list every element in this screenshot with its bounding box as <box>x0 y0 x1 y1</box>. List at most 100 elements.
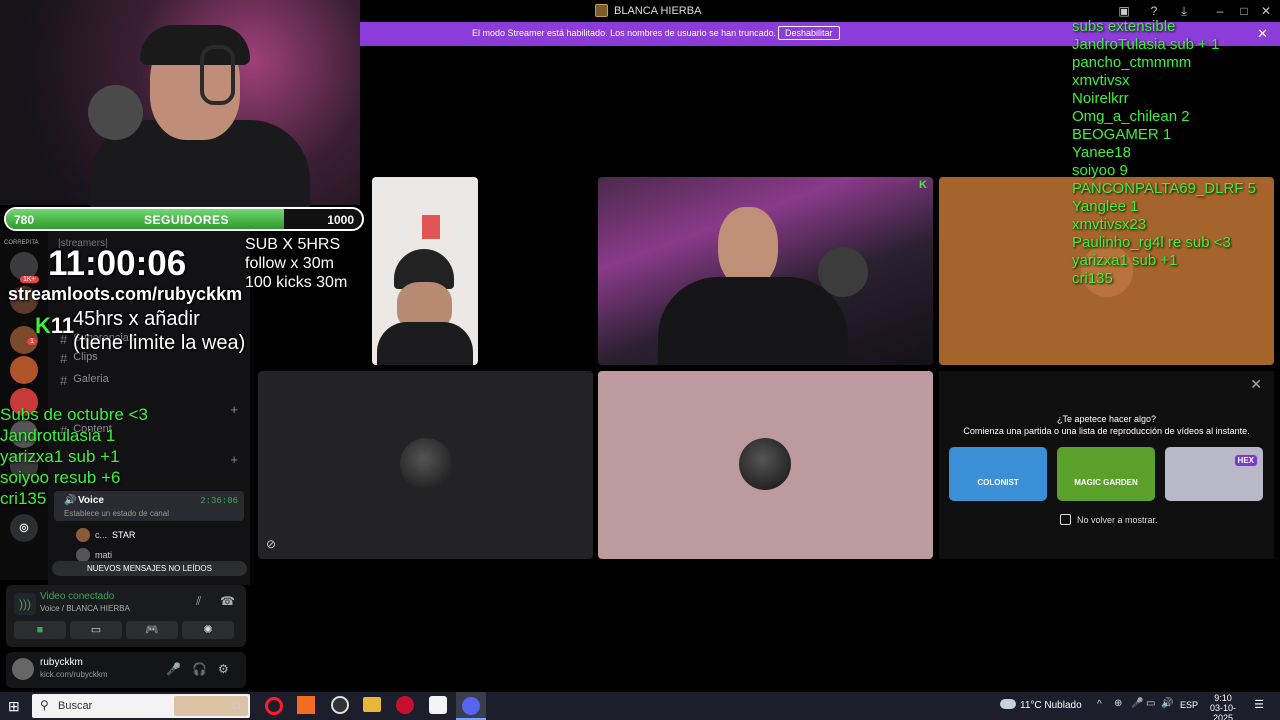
microphone <box>818 247 868 297</box>
clock-time: 9:10 <box>1214 693 1232 703</box>
store-icon[interactable] <box>429 696 447 714</box>
clock-date: 03-10-2025 <box>1209 703 1236 720</box>
hoodie <box>377 322 473 365</box>
game-card-magic-garden[interactable]: MAGIC GARDEN <box>1057 447 1155 501</box>
voice-timer: 2:36:06 <box>200 496 238 506</box>
subs-line: xmvtivsx23 <box>1072 216 1147 233</box>
hoodie <box>658 277 848 365</box>
avatar <box>76 528 90 542</box>
subs-line: Noirelkrr <box>1072 90 1129 107</box>
windows-start-icon[interactable]: ⊞ <box>8 698 24 714</box>
voice-user-name: c... <box>95 530 108 540</box>
subs-line: yarizxa1 sub +1 <box>0 447 120 466</box>
avatar <box>739 438 791 490</box>
discover-icon[interactable]: ⊚ <box>10 514 38 542</box>
kick-icon: K <box>35 313 51 338</box>
video-tile-guest[interactable] <box>372 177 478 365</box>
task-view-icon[interactable]: ⧉ <box>232 698 241 713</box>
help-icon[interactable]: ? <box>1146 3 1162 19</box>
game-title: MAGIC GARDEN <box>1074 478 1138 487</box>
activity-subtitle: Comienza una partida o una lista de repr… <box>963 426 1250 436</box>
channel-galeria[interactable]: # Galeria <box>60 373 109 388</box>
microphone-icon[interactable]: 🎤 <box>166 662 181 676</box>
headphones-icon[interactable]: 🎧 <box>192 662 207 676</box>
signal-icon[interactable]: ))) <box>14 593 36 615</box>
close-window-icon[interactable]: ✕ <box>1258 3 1274 19</box>
subs-line: Jandrotulasia 1 <box>0 426 116 445</box>
chevron-up-icon[interactable]: ^ <box>1097 699 1102 710</box>
weather-icon <box>1000 699 1016 709</box>
minimize-icon[interactable]: – <box>1212 3 1228 19</box>
opera-icon[interactable] <box>265 697 283 715</box>
app-icon-red[interactable] <box>396 696 414 714</box>
headphones <box>200 45 235 105</box>
weather-text[interactable]: 11°C Nublado <box>1020 700 1082 711</box>
video-tile-pink[interactable] <box>598 371 933 559</box>
streamloots-link: streamloots.com/rubyckkm <box>8 284 243 304</box>
language-indicator[interactable]: ESP <box>1180 700 1198 710</box>
channel-label: Galeria <box>73 373 109 385</box>
camera-off-icon: ⊘ <box>266 537 277 551</box>
username: rubyckkm <box>40 657 83 668</box>
search-box[interactable]: ⚲ Buscar <box>32 694 250 718</box>
download-icon[interactable]: ⤓ <box>1176 3 1192 19</box>
subs-line: BEOGAMER 1 <box>1072 126 1172 143</box>
network-icon[interactable]: ▭ <box>1146 698 1155 709</box>
close-banner-icon[interactable]: ✕ <box>1257 26 1268 42</box>
voice-user[interactable]: mati <box>76 548 112 562</box>
dont-show-again-label: No volver a mostrar. <box>1077 515 1158 525</box>
add-channel-icon[interactable]: + <box>230 402 238 417</box>
dont-show-again-checkbox[interactable] <box>1060 514 1071 525</box>
disable-streamer-button[interactable]: Deshabilitar <box>778 26 840 40</box>
voice-user[interactable]: c... STAR <box>76 528 135 542</box>
maximize-icon[interactable]: □ <box>1236 3 1252 19</box>
search-icon: ⚲ <box>40 698 49 712</box>
obs-icon[interactable] <box>331 696 349 714</box>
follower-label: SEGUIDORES <box>144 213 230 227</box>
game-card-colonist[interactable]: COLONIST <box>949 447 1047 501</box>
subs-line: pancho_ctmmmm <box>1072 54 1192 71</box>
subathon-timer: 11:00:06 <box>48 244 187 283</box>
tray-icon[interactable]: ⊕ <box>1114 698 1122 709</box>
channel-status[interactable]: Establece un estado de canal <box>64 509 169 518</box>
discord-taskbar-button[interactable] <box>456 692 486 720</box>
avatar[interactable] <box>12 658 34 680</box>
game-title: HEX <box>1234 455 1257 466</box>
voice-channel-info[interactable]: Voice / BLANCA HIERBA <box>40 604 130 613</box>
hours-count: K11 <box>35 313 75 338</box>
close-activity-icon[interactable]: ✕ <box>1250 376 1262 393</box>
app-icon-orange[interactable] <box>297 696 315 714</box>
video-tile-dark[interactable]: ⊘ <box>258 371 593 559</box>
voice-user-name: mati <box>95 550 113 560</box>
video-tile-streamer[interactable]: K <box>598 177 933 365</box>
subs-line: PANCONPALTA69_DLRF 5 <box>1072 180 1256 197</box>
camera-button[interactable]: ■ <box>14 621 66 639</box>
noise-suppression-icon[interactable]: ⫽ <box>196 594 201 609</box>
game-card-hex[interactable]: HEX <box>1165 447 1263 501</box>
settings-gear-icon[interactable]: ⚙ <box>218 662 229 676</box>
subs-line: cri135 <box>1072 270 1113 287</box>
server-icon-4[interactable] <box>10 356 38 384</box>
clock[interactable]: 9:10 03-10-2025 <box>1200 693 1246 720</box>
rule-line: 100 kicks 30m <box>245 274 348 291</box>
hash-icon: # <box>60 373 68 388</box>
file-explorer-icon[interactable] <box>363 697 381 712</box>
add-channel-icon[interactable]: + <box>230 452 238 467</box>
notifications-icon[interactable]: ☰ <box>1254 698 1264 711</box>
screen-share-button[interactable]: ▭ <box>70 621 122 639</box>
activity-suggestions: ✕ ¿Te apetece hacer algo? Comienza una p… <box>939 371 1274 559</box>
window-title: BLANCA HIERBA <box>595 4 701 17</box>
activities-button[interactable]: 🎮 <box>126 621 178 639</box>
disconnect-icon[interactable]: ☎ <box>220 594 235 608</box>
server-label: CORREPITA <box>4 240 39 246</box>
microphone-tray-icon[interactable]: 🎤 <box>1131 698 1143 709</box>
voice-connection-panel: ))) Video conectado Voice / BLANCA HIERB… <box>6 585 246 647</box>
volume-icon[interactable]: 🔊 <box>1161 698 1173 709</box>
subs-line: soiyoo resub +6 <box>0 468 121 487</box>
server-icon <box>595 4 608 17</box>
subs-extensible-list: subs extensible JandroTulasia sub + 1 pa… <box>1072 18 1256 288</box>
soundboard-button[interactable]: ✺ <box>182 621 234 639</box>
unread-messages-banner[interactable]: NUEVOS MENSAJES NO LEÍDOS <box>52 561 247 576</box>
inbox-icon[interactable]: ▣ <box>1116 3 1132 19</box>
rule-line: follow x 30m <box>245 255 334 272</box>
